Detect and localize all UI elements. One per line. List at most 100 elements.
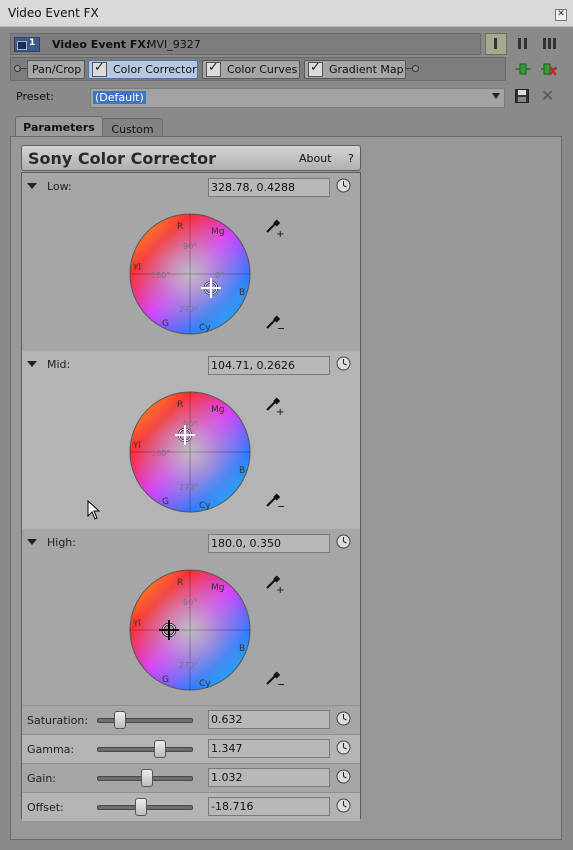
title-bar: Video Event FX ✕	[0, 0, 573, 27]
low-section: Low: 328.78, 0.4288 R Mg B Cy G Yl 90° 1…	[22, 173, 360, 351]
high-color-wheel[interactable]: R Mg B Cy G Yl 90° 270°	[129, 569, 251, 691]
animate-clock-icon[interactable]	[336, 740, 351, 755]
single-view-icon[interactable]	[485, 33, 507, 55]
add-plugin-icon[interactable]	[514, 61, 532, 77]
mid-section: Mid: 104.71, 0.2626 R Mg B Cy G Yl 90° 1…	[22, 351, 360, 529]
wheel-label-180: 180°	[151, 271, 170, 280]
mouse-cursor-icon	[87, 500, 101, 520]
high-value-field[interactable]: 180.0, 0.350	[208, 534, 330, 553]
close-icon[interactable]: ✕	[555, 9, 567, 21]
collapse-arrow-icon[interactable]	[27, 539, 37, 545]
collapse-arrow-icon[interactable]	[27, 183, 37, 189]
animate-clock-icon[interactable]	[336, 798, 351, 813]
gain-slider-thumb[interactable]	[140, 769, 153, 787]
save-preset-icon[interactable]	[515, 89, 529, 103]
wheel-label-270: 270°	[179, 483, 198, 492]
high-label: High:	[47, 536, 76, 549]
split-view-icon[interactable]	[512, 33, 534, 55]
svg-text:−: −	[277, 322, 284, 333]
remove-plugin-icon[interactable]	[540, 61, 558, 77]
checkbox-icon[interactable]: ✓	[92, 60, 107, 77]
fx-label: Pan/Crop	[32, 63, 82, 76]
fx-color-curves[interactable]: ✓ Color Curves	[202, 60, 300, 79]
saturation-track[interactable]	[97, 718, 193, 723]
fx-pancrop[interactable]: Pan/Crop	[27, 60, 85, 79]
mid-label: Mid:	[47, 358, 71, 371]
color-corrector-controls: Low: 328.78, 0.4288 R Mg B Cy G Yl 90° 1…	[21, 172, 361, 821]
mid-color-wheel[interactable]: R Mg B Cy G Yl 90° 180° 270°	[129, 391, 251, 513]
header-label: Video Event FX:	[52, 38, 151, 51]
chain-line	[19, 68, 27, 69]
svg-text:−: −	[277, 500, 284, 511]
about-button[interactable]: About	[299, 152, 332, 165]
gamma-slider-thumb[interactable]	[153, 740, 166, 758]
tab-custom[interactable]: Custom	[102, 118, 163, 137]
gain-value-field[interactable]: 1.032	[208, 768, 330, 787]
offset-row: Offset: -18.716	[22, 792, 360, 821]
wheel-label-b: B	[239, 644, 245, 654]
wheel-label-cy: Cy	[199, 323, 211, 333]
wheel-label-r: R	[177, 578, 183, 588]
delete-preset-icon[interactable]: ✕	[541, 88, 554, 104]
tab-parameters[interactable]: Parameters	[15, 116, 103, 137]
gamma-row: Gamma: 1.347	[22, 734, 360, 763]
fx-color-corrector[interactable]: ✓ Color Corrector	[88, 60, 198, 79]
animate-clock-icon[interactable]	[336, 178, 351, 193]
gamma-label: Gamma:	[27, 743, 75, 756]
preset-dropdown[interactable]: (Default)	[90, 88, 505, 108]
fx-gradient-map[interactable]: ✓ Gradient Map	[304, 60, 406, 79]
gain-row: Gain: 1.032	[22, 763, 360, 792]
saturation-value: 0.632	[211, 713, 243, 726]
collapse-arrow-icon[interactable]	[27, 361, 37, 367]
wheel-label-cy: Cy	[199, 501, 211, 511]
low-color-wheel[interactable]: R Mg B Cy G Yl 90° 180° 270° 0°	[129, 213, 251, 335]
eyedropper-remove-icon[interactable]: −	[264, 669, 284, 689]
tab-label: Custom	[111, 123, 154, 136]
preset-value: (Default)	[93, 91, 146, 104]
wheel-label-90: 90°	[183, 242, 197, 251]
wheel-label-0: 0°	[215, 271, 224, 280]
wheel-label-90: 90°	[183, 598, 197, 607]
animate-clock-icon[interactable]	[336, 769, 351, 784]
checkbox-icon[interactable]: ✓	[206, 60, 221, 77]
wheel-label-g: G	[162, 675, 169, 685]
animate-clock-icon[interactable]	[336, 711, 351, 726]
eyedropper-add-icon[interactable]: +	[264, 395, 284, 415]
tab-label: Parameters	[23, 121, 95, 134]
wheel-label-r: R	[177, 222, 183, 232]
track-icon	[17, 41, 27, 50]
offset-value-field[interactable]: -18.716	[208, 797, 330, 816]
gain-label: Gain:	[27, 772, 56, 785]
gamma-value-field[interactable]: 1.347	[208, 739, 330, 758]
low-value-field[interactable]: 328.78, 0.4288	[208, 178, 330, 197]
offset-slider-thumb[interactable]	[134, 798, 147, 816]
animate-clock-icon[interactable]	[336, 356, 351, 371]
wheel-label-g: G	[162, 497, 169, 507]
multi-view-icon[interactable]	[539, 33, 561, 55]
svg-text:+: +	[276, 229, 284, 237]
eyedropper-remove-icon[interactable]: −	[264, 491, 284, 511]
saturation-slider-thumb[interactable]	[114, 711, 127, 729]
wheel-label-mg: Mg	[211, 227, 224, 237]
fx-chain: Pan/Crop ✓ Color Corrector ✓ Color Curve…	[10, 57, 506, 81]
eyedropper-add-icon[interactable]: +	[264, 573, 284, 593]
high-section: High: 180.0, 0.350 R Mg B Cy G Yl 90° 27…	[22, 529, 360, 705]
wheel-label-yl: Yl	[132, 263, 141, 273]
preset-label: Preset:	[16, 90, 55, 103]
eyedropper-remove-icon[interactable]: −	[264, 313, 284, 333]
wheel-label-b: B	[239, 466, 245, 476]
mid-value-field[interactable]: 104.71, 0.2626	[208, 356, 330, 375]
chevron-down-icon[interactable]	[492, 93, 500, 99]
mid-value: 104.71, 0.2626	[211, 359, 295, 372]
wheel-label-g: G	[162, 319, 169, 329]
header-value: MVI_9327	[147, 38, 201, 51]
offset-value: -18.716	[211, 800, 254, 813]
gamma-track[interactable]	[97, 747, 193, 752]
eyedropper-add-icon[interactable]: +	[264, 217, 284, 237]
animate-clock-icon[interactable]	[336, 534, 351, 549]
saturation-value-field[interactable]: 0.632	[208, 710, 330, 729]
plugin-header: Sony Color Corrector About ?	[21, 145, 361, 171]
svg-text:+: +	[276, 407, 284, 415]
checkbox-icon[interactable]: ✓	[308, 60, 323, 77]
help-button[interactable]: ?	[348, 152, 354, 165]
